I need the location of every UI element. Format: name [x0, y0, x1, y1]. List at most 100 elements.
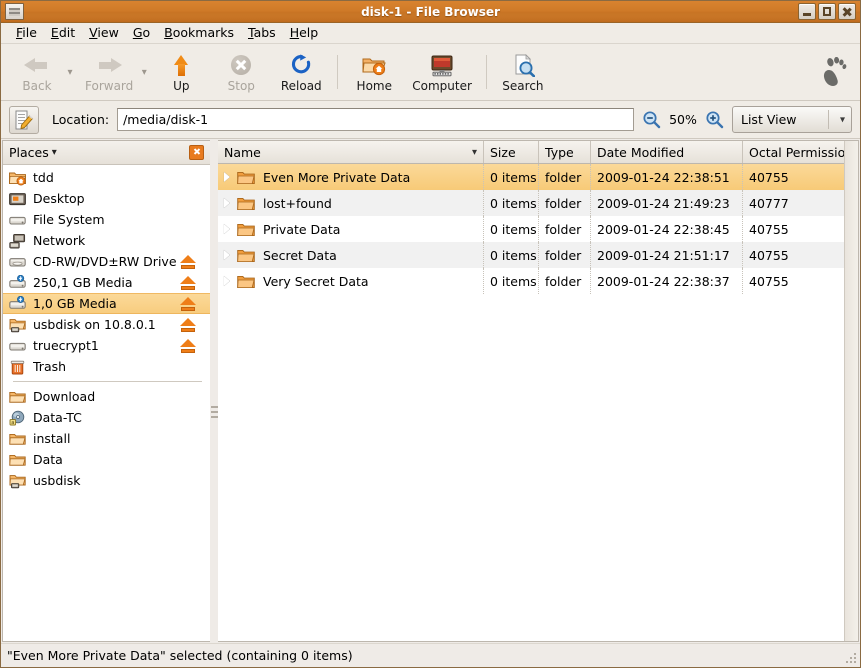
sidebar-item-desktop[interactable]: Desktop	[3, 188, 210, 209]
column-header-size[interactable]: Size	[484, 141, 539, 163]
column-header-octal-permissions[interactable]: Octal Permissions	[743, 141, 844, 163]
location-input[interactable]: /media/disk-1	[117, 108, 634, 131]
up-button[interactable]: Up	[151, 47, 211, 97]
eject-icon[interactable]	[180, 275, 196, 290]
back-button[interactable]: Back	[7, 47, 67, 97]
sidebar-item-label: File System	[33, 212, 105, 227]
reload-button[interactable]: Reload	[271, 47, 331, 97]
expander-triangle-icon[interactable]	[224, 250, 231, 260]
view-mode-select[interactable]: List View ▾	[732, 106, 852, 133]
column-header-type[interactable]: Type	[539, 141, 591, 163]
search-button[interactable]: Search	[493, 47, 553, 97]
content-area: Places ▾ tdd Desktop File System Network…	[1, 139, 860, 643]
sidebar-bookmark-download[interactable]: Download	[3, 386, 210, 407]
close-sidebar-icon[interactable]	[189, 145, 204, 160]
sidebar-bookmark-data[interactable]: Data	[3, 449, 210, 470]
toolbar-separator-2	[485, 55, 487, 89]
gnome-foot-icon[interactable]	[820, 57, 848, 87]
sidebar-item-label: install	[33, 431, 71, 446]
sidebar-bookmark-install[interactable]: install	[3, 428, 210, 449]
chevron-down-icon: ▾	[839, 114, 845, 125]
toolbar-separator-1	[337, 55, 339, 89]
harddisk-icon	[9, 338, 26, 354]
home-button[interactable]: Home	[344, 47, 404, 97]
computer-button-label: Computer	[412, 78, 472, 93]
chevron-down-icon: ▾	[471, 146, 477, 158]
eject-icon[interactable]	[180, 296, 196, 311]
trash-icon	[9, 359, 26, 375]
eject-icon[interactable]	[180, 254, 196, 269]
sidebar-item-network[interactable]: Network	[3, 230, 210, 251]
sidebar-item-trash[interactable]: Trash	[3, 356, 210, 377]
file-list-scrollbar[interactable]	[844, 141, 858, 641]
network-share-icon	[9, 317, 26, 333]
menu-file[interactable]: File	[9, 24, 44, 42]
file-name-cell: Private Data	[218, 216, 484, 242]
column-header-name[interactable]: Name ▾	[218, 141, 484, 163]
back-history-dropdown[interactable]: ▾	[63, 47, 77, 97]
close-button[interactable]	[838, 3, 856, 20]
expander-triangle-icon[interactable]	[224, 224, 231, 234]
menu-edit[interactable]: Edit	[44, 24, 82, 42]
file-date-cell: 2009-01-24 21:49:23	[591, 190, 743, 216]
menu-go[interactable]: Go	[126, 24, 157, 42]
sidebar-bookmark-data-tc[interactable]: a Data-TC	[3, 407, 210, 428]
menu-help[interactable]: Help	[283, 24, 326, 42]
sidebar-item-label: Data	[33, 452, 63, 467]
sidebar-item-1gb-media[interactable]: 1,0 GB Media	[3, 293, 210, 314]
column-header-label: Date Modified	[597, 144, 685, 160]
sidebar-item-file-system[interactable]: File System	[3, 209, 210, 230]
sidebar-item-250gb-media[interactable]: 250,1 GB Media	[3, 272, 210, 293]
desktop-icon	[9, 191, 26, 207]
sidebar-item-truecrypt1[interactable]: truecrypt1	[3, 335, 210, 356]
eject-icon[interactable]	[180, 338, 196, 353]
resize-grip-icon[interactable]	[844, 651, 858, 665]
menu-tabs[interactable]: Tabs	[241, 24, 283, 42]
edit-location-icon[interactable]	[9, 105, 39, 134]
forward-history-dropdown[interactable]: ▾	[137, 47, 151, 97]
zoom-in-icon[interactable]	[705, 110, 724, 129]
status-text: "Even More Private Data" selected (conta…	[7, 648, 353, 663]
minimize-button[interactable]	[798, 3, 816, 20]
file-size-cell: 0 items	[484, 216, 539, 242]
file-cabinet-icon[interactable]	[5, 3, 24, 20]
folder-icon	[237, 274, 255, 289]
sidebar-item-usbdisk-on-host[interactable]: usbdisk on 10.8.0.1	[3, 314, 210, 335]
chevron-down-icon[interactable]: ▾	[52, 147, 57, 158]
forward-button[interactable]: Forward	[77, 47, 141, 97]
network-share-icon	[9, 473, 26, 489]
pane-splitter-handle[interactable]	[211, 401, 218, 423]
expander-triangle-icon[interactable]	[224, 198, 231, 208]
file-name-cell: Even More Private Data	[218, 164, 484, 190]
table-row[interactable]: Very Secret Data 0 items folder 2009-01-…	[218, 268, 844, 294]
table-row[interactable]: Private Data 0 items folder 2009-01-24 2…	[218, 216, 844, 242]
computer-button[interactable]: Computer	[404, 47, 480, 97]
places-header[interactable]: Places ▾	[3, 141, 210, 165]
sidebar-bookmark-usbdisk[interactable]: usbdisk	[3, 470, 210, 491]
maximize-button[interactable]	[818, 3, 836, 20]
expander-triangle-icon[interactable]	[224, 172, 231, 182]
menu-bookmarks[interactable]: Bookmarks	[157, 24, 241, 42]
sidebar-item-tdd[interactable]: tdd	[3, 167, 210, 188]
table-row[interactable]: Even More Private Data 0 items folder 20…	[218, 164, 844, 190]
zoom-level: 50%	[669, 112, 697, 127]
menu-edit-label-rest: dit	[58, 25, 76, 40]
stop-button[interactable]: Stop	[211, 47, 271, 97]
file-type-cell: folder	[539, 268, 591, 294]
eject-icon[interactable]	[180, 317, 196, 332]
sidebar-item-cd-rw-dvd-drive[interactable]: CD-RW/DVD±RW Drive	[3, 251, 210, 272]
column-header-date-modified[interactable]: Date Modified	[591, 141, 743, 163]
sidebar-item-label: Data-TC	[33, 410, 82, 425]
table-row[interactable]: Secret Data 0 items folder 2009-01-24 21…	[218, 242, 844, 268]
menu-tabs-label-rest: abs	[253, 25, 276, 40]
menu-view[interactable]: View	[82, 24, 126, 42]
file-size-cell: 0 items	[484, 164, 539, 190]
file-browser-window: disk-1 - File Browser File Edit View Go …	[0, 0, 861, 668]
file-size-cell: 0 items	[484, 190, 539, 216]
pane-splitter[interactable]	[210, 139, 218, 643]
expander-triangle-icon[interactable]	[224, 276, 231, 286]
title-bar[interactable]: disk-1 - File Browser	[1, 1, 860, 23]
table-row[interactable]: lost+found 0 items folder 2009-01-24 21:…	[218, 190, 844, 216]
menu-bar: File Edit View Go Bookmarks Tabs Help	[1, 23, 860, 44]
zoom-out-icon[interactable]	[642, 110, 661, 129]
